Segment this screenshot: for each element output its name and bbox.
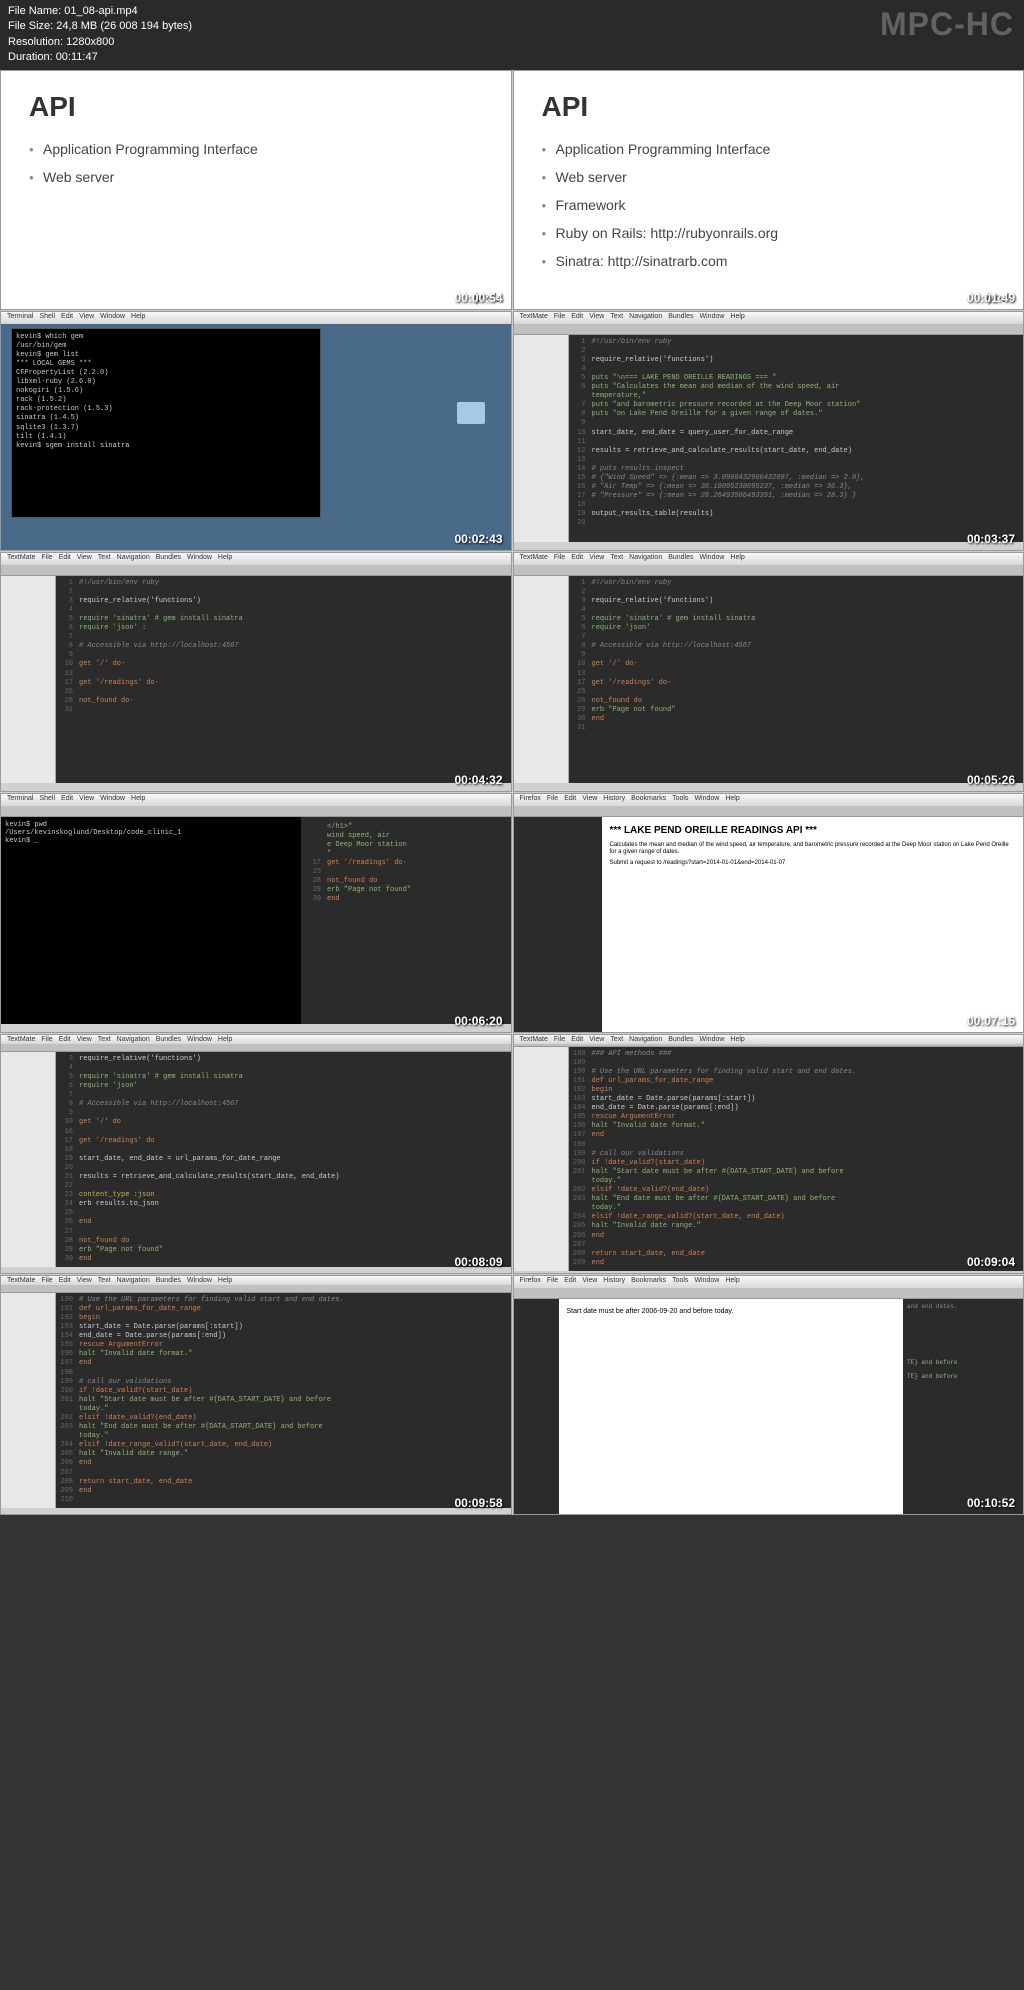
slide-list: Application Programming Interface Web se… bbox=[29, 141, 483, 197]
list-item: Application Programming Interface bbox=[542, 141, 996, 157]
timestamp: 00:07:15 bbox=[967, 1014, 1015, 1028]
page-heading: *** LAKE PEND OREILLE READINGS API *** bbox=[610, 825, 1016, 836]
statusbar bbox=[1, 1508, 511, 1514]
file-sidebar bbox=[1, 1293, 56, 1508]
timestamp: 00:01:49 bbox=[967, 291, 1015, 305]
duration-label: Duration: 00:11:47 bbox=[8, 50, 1016, 65]
editor-tabs bbox=[514, 324, 1024, 335]
thumbnail-10[interactable]: TextMateFileEditViewTextNavigationBundle… bbox=[513, 1034, 1024, 1274]
timestamp: 00:05:26 bbox=[967, 773, 1015, 787]
timestamp: 00:02:43 bbox=[454, 532, 502, 546]
page-text: Calculates the mean and median of the wi… bbox=[610, 842, 1016, 858]
mpc-hc-logo: MPC-HC bbox=[880, 2, 1014, 47]
file-sidebar bbox=[1, 1052, 56, 1267]
editor-tabs bbox=[1, 1285, 511, 1293]
background-editor bbox=[514, 1299, 559, 1514]
timestamp: 00:10:52 bbox=[967, 1496, 1015, 1510]
file-name-label: File Name: 01_08-api.mp4 bbox=[8, 4, 1016, 19]
thumbnail-7[interactable]: TerminalShellEditViewWindowHelp kevin$ p… bbox=[0, 793, 512, 1033]
terminal-menubar: TerminalShellEditViewWindowHelp bbox=[1, 794, 511, 806]
code-editor: 1#!/usr/bin/env ruby23require_relative('… bbox=[569, 576, 1024, 783]
terminal-menubar: TerminalShellEditViewWindowHelp bbox=[1, 312, 511, 324]
file-size-label: File Size: 24,8 MB (26 008 194 bytes) bbox=[8, 19, 1016, 34]
browser-tabs bbox=[514, 806, 1024, 817]
code-editor: 1#!/usr/bin/env ruby23require_relative('… bbox=[569, 335, 1024, 542]
textmate-menubar: TextMateFileEditViewTextNavigationBundle… bbox=[514, 312, 1024, 324]
statusbar bbox=[1, 1024, 511, 1032]
slide-title: API bbox=[29, 91, 483, 123]
desktop-folder-icon bbox=[451, 402, 491, 426]
textmate-menubar: TextMateFileEditViewTextNavigationBundle… bbox=[1, 1276, 511, 1285]
statusbar bbox=[514, 1271, 1024, 1273]
timestamp: 00:03:37 bbox=[967, 532, 1015, 546]
list-item: Web server bbox=[542, 169, 996, 185]
thumbnail-5[interactable]: TextMateFileEditViewTextNavigationBundle… bbox=[0, 552, 512, 792]
editor-tabs bbox=[1, 806, 511, 817]
timestamp: 00:08:09 bbox=[454, 1255, 502, 1269]
statusbar bbox=[1, 783, 511, 791]
thumbnail-grid: API Application Programming Interface We… bbox=[0, 70, 1024, 1515]
timestamp: 00:04:32 bbox=[454, 773, 502, 787]
file-sidebar bbox=[514, 335, 569, 542]
terminal: kevin$ pwd/Users/kevinskoglund/Desktop/c… bbox=[1, 817, 301, 1024]
textmate-menubar: TextMateFileEditViewTextNavigationBundle… bbox=[514, 1035, 1024, 1044]
timestamp: 00:09:58 bbox=[454, 1496, 502, 1510]
background-editor bbox=[514, 817, 602, 1032]
page-text: Start date must be after 2006-09-20 and … bbox=[567, 1307, 896, 1316]
thumbnail-8[interactable]: FirefoxFileEditViewHistoryBookmarksTools… bbox=[513, 793, 1024, 1033]
browser-page: *** LAKE PEND OREILLE READINGS API *** C… bbox=[602, 817, 1024, 1032]
timestamp: 00:09:04 bbox=[967, 1255, 1015, 1269]
list-item: Framework bbox=[542, 197, 996, 213]
browser-tabs bbox=[514, 1288, 1024, 1299]
thumbnail-6[interactable]: TextMateFileEditViewTextNavigationBundle… bbox=[513, 552, 1024, 792]
resolution-label: Resolution: 1280x800 bbox=[8, 35, 1016, 50]
editor-tabs bbox=[1, 565, 511, 576]
firefox-menubar: FirefoxFileEditViewHistoryBookmarksTools… bbox=[514, 794, 1024, 806]
textmate-menubar: TextMateFileEditViewTextNavigationBundle… bbox=[1, 553, 511, 565]
thumbnail-1[interactable]: API Application Programming Interface We… bbox=[0, 70, 512, 310]
file-sidebar bbox=[1, 576, 56, 783]
statusbar bbox=[514, 783, 1024, 791]
list-item: Sinatra: http://sinatrarb.com bbox=[542, 253, 996, 269]
terminal: kevin$ which gem/usr/bin/gemkevin$ gem l… bbox=[12, 329, 320, 455]
firefox-menubar: FirefoxFileEditViewHistoryBookmarksTools… bbox=[514, 1276, 1024, 1288]
browser-page: Start date must be after 2006-09-20 and … bbox=[559, 1299, 904, 1514]
file-sidebar bbox=[514, 576, 569, 783]
slide-title: API bbox=[542, 91, 996, 123]
code-editor: 1#!/usr/bin/env ruby23require_relative('… bbox=[56, 576, 511, 783]
timestamp: 00:06:20 bbox=[454, 1014, 502, 1028]
video-info-header: File Name: 01_08-api.mp4 File Size: 24,8… bbox=[0, 0, 1024, 70]
statusbar bbox=[1, 1267, 511, 1273]
thumbnail-2[interactable]: API Application Programming Interface We… bbox=[513, 70, 1024, 310]
timestamp: 00:00:54 bbox=[454, 291, 502, 305]
editor-tabs bbox=[514, 565, 1024, 576]
textmate-menubar: TextMateFileEditViewTextNavigationBundle… bbox=[1, 1035, 511, 1044]
thumbnail-4[interactable]: TextMateFileEditViewTextNavigationBundle… bbox=[513, 311, 1024, 551]
code-editor: 3require_relative('functions')45require … bbox=[56, 1052, 511, 1267]
code-editor: 188### API methods ###189190# Use the UR… bbox=[569, 1047, 1024, 1271]
thumbnail-12[interactable]: FirefoxFileEditViewHistoryBookmarksTools… bbox=[513, 1275, 1024, 1515]
textmate-menubar: TextMateFileEditViewTextNavigationBundle… bbox=[514, 553, 1024, 565]
editor-tabs bbox=[1, 1044, 511, 1052]
thumbnail-11[interactable]: TextMateFileEditViewTextNavigationBundle… bbox=[0, 1275, 512, 1515]
list-item: Web server bbox=[29, 169, 483, 185]
statusbar bbox=[514, 542, 1024, 550]
list-item: Ruby on Rails: http://rubyonrails.org bbox=[542, 225, 996, 241]
list-item: Application Programming Interface bbox=[29, 141, 483, 157]
code-editor: 190# Use the URL parameters for finding … bbox=[56, 1293, 511, 1508]
page-text: Submit a request to /readings?start=2014… bbox=[610, 860, 1016, 868]
code-editor: </h1>"wind speed, aire Deep Moor station… bbox=[304, 820, 508, 908]
slide-list: Application Programming Interface Web se… bbox=[542, 141, 996, 281]
thumbnail-9[interactable]: TextMateFileEditViewTextNavigationBundle… bbox=[0, 1034, 512, 1274]
file-sidebar bbox=[514, 1047, 569, 1271]
background-editor: and end dates.TE} and beforeTE} and befo… bbox=[903, 1299, 1023, 1514]
thumbnail-3[interactable]: TerminalShellEditViewWindowHelp kevin$ w… bbox=[0, 311, 512, 551]
